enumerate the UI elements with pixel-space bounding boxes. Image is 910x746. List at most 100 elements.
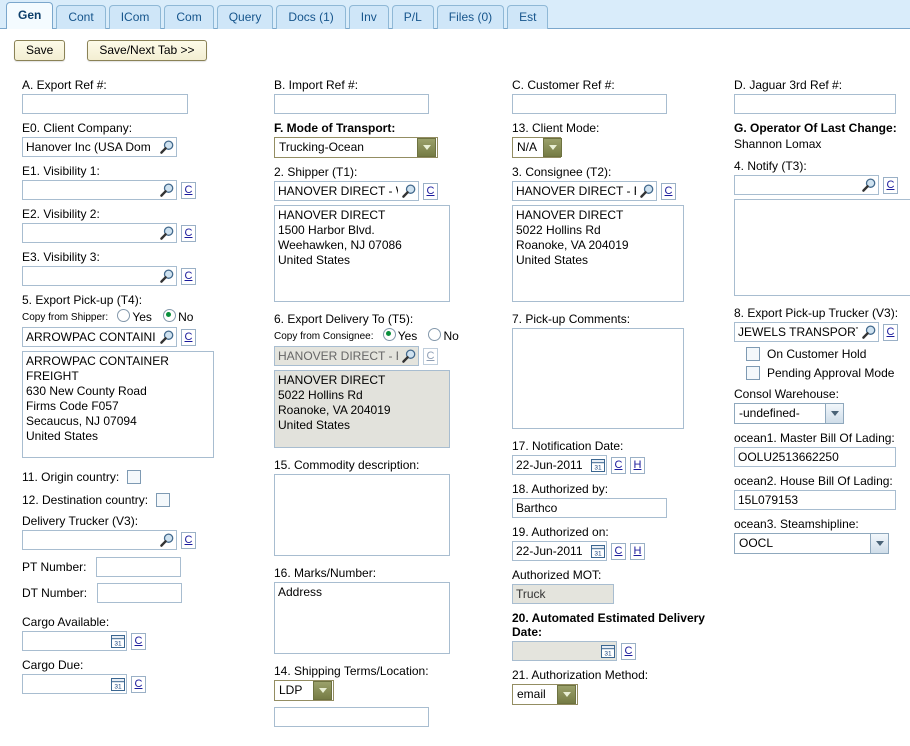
save-next-tab-button[interactable]: Save/Next Tab >> [87,39,207,61]
chevron-down-icon[interactable] [557,685,576,704]
marks-textarea[interactable]: Address [274,582,450,654]
copy-from-consignee-yes-radio[interactable] [382,328,396,341]
visibility3-input[interactable] [22,266,177,286]
notify-c-button[interactable]: C [883,176,898,194]
import-ref-input[interactable] [274,94,429,114]
pending-approval-checkbox[interactable] [746,366,760,380]
hbl-input[interactable] [734,490,896,510]
pickup-address-textarea[interactable]: ARROWPAC CONTAINER FREIGHT 630 New Count… [22,351,214,458]
destination-country-checkbox[interactable] [156,493,171,507]
consol-warehouse-select[interactable]: -undefined- [734,403,844,424]
consignee-c-button[interactable]: C [661,182,676,200]
authorized-on-c-button[interactable]: C [611,542,626,560]
client-mode-label: 13. Client Mode: [512,121,600,135]
cargo-due-c-button[interactable]: C [131,675,146,693]
copy-from-shipper-yes-radio[interactable] [117,309,131,322]
tab-com[interactable]: Com [164,5,214,29]
customer-ref-label: C. Customer Ref #: [512,78,615,92]
tab-gen[interactable]: Gen [6,2,54,29]
visibility1-c-button[interactable]: C [181,181,196,199]
visibility2-c-button[interactable]: C [181,224,196,242]
copy-from-shipper-no-radio[interactable] [163,309,177,322]
customer-ref-input[interactable] [512,94,667,114]
consignee-input[interactable] [512,181,657,201]
shipper-input[interactable] [274,181,419,201]
consignee-address-textarea[interactable]: HANOVER DIRECT 5022 Hollins Rd Roanoke, … [512,205,684,302]
search-icon[interactable] [159,268,175,284]
delivery-trucker-input[interactable] [22,530,177,550]
chevron-down-icon[interactable] [825,404,843,423]
export-ref-input[interactable] [22,94,188,114]
column-2: B. Import Ref #: F. Mode of Transport: T… [252,71,490,727]
export-pickup-trucker-c-button[interactable]: C [883,323,898,341]
search-icon[interactable] [159,182,175,198]
chevron-down-icon[interactable] [543,138,563,157]
calendar-icon[interactable]: 31 [591,544,605,558]
operator-value: Shannon Lomax [734,137,822,151]
tab-docs[interactable]: Docs (1) [276,5,346,29]
visibility3-c-button[interactable]: C [181,267,196,285]
tab-est[interactable]: Est [507,5,549,29]
auth-method-select[interactable]: email [512,684,578,705]
pt-number-input[interactable] [96,557,182,577]
origin-country-row: 11. Origin country: [22,470,252,484]
dt-number-input[interactable] [97,583,183,603]
tab-pl[interactable]: P/L [391,5,434,29]
authorized-on-h-button[interactable]: H [630,542,645,560]
pickup-comments-textarea[interactable] [512,328,684,429]
calendar-icon[interactable]: 31 [111,677,125,691]
notify-input[interactable] [734,175,879,195]
search-icon[interactable] [401,348,417,364]
tab-inv[interactable]: Inv [348,5,389,29]
delivery-address-textarea[interactable]: HANOVER DIRECT 5022 Hollins Rd Roanoke, … [274,370,450,448]
chevron-down-icon[interactable] [870,534,888,553]
jaguar-ref-input[interactable] [734,94,896,114]
commodity-textarea[interactable] [274,474,450,556]
shipper-c-button[interactable]: C [423,182,438,200]
delivery-c-button[interactable]: C [423,347,438,365]
cargo-available-c-button[interactable]: C [131,632,146,650]
on-customer-hold-checkbox[interactable] [746,347,760,361]
calendar-icon[interactable]: 31 [111,634,125,648]
search-icon[interactable] [159,329,175,345]
shipping-location-input[interactable] [274,707,429,727]
tab-cont[interactable]: Cont [56,5,106,29]
notification-date-h-button[interactable]: H [630,456,645,474]
svg-text:31: 31 [594,551,602,558]
mbl-input[interactable] [734,447,896,467]
search-icon[interactable] [861,177,877,193]
calendar-icon[interactable]: 31 [601,644,615,658]
tab-icom[interactable]: ICom [108,5,162,29]
pickup-lookup-input[interactable] [22,327,177,347]
origin-country-checkbox[interactable] [127,470,142,484]
search-icon[interactable] [159,532,175,548]
copy-from-consignee-no-radio[interactable] [428,328,442,341]
delivery-lookup-input[interactable] [274,346,419,366]
search-icon[interactable] [401,183,417,199]
aedd-c-button[interactable]: C [621,642,636,660]
authorized-by-input[interactable] [512,498,667,518]
steamshipline-select[interactable]: OOCL [734,533,889,554]
search-icon[interactable] [159,225,175,241]
notify-address-textarea[interactable] [734,199,910,296]
chevron-down-icon[interactable] [313,681,332,700]
calendar-icon[interactable]: 31 [591,458,605,472]
visibility2-input[interactable] [22,223,177,243]
notification-date-c-button[interactable]: C [611,456,626,474]
pickup-c-button[interactable]: C [181,328,196,346]
search-icon[interactable] [639,183,655,199]
save-button[interactable]: Save [14,39,66,61]
tab-query[interactable]: Query [216,5,274,29]
visibility1-input[interactable] [22,180,177,200]
mode-of-transport-select[interactable]: Trucking-Ocean [274,137,438,158]
shipper-address-textarea[interactable]: HANOVER DIRECT 1500 Harbor Blvd. Weehawk… [274,205,450,302]
shipping-terms-select[interactable]: LDP [274,680,334,701]
tab-files[interactable]: Files (0) [436,5,505,29]
client-mode-select[interactable]: N/A [512,137,563,158]
export-pickup-trucker-input[interactable] [734,322,879,342]
client-company-input[interactable] [22,137,177,157]
chevron-down-icon[interactable] [417,138,436,157]
delivery-trucker-c-button[interactable]: C [181,531,196,549]
search-icon[interactable] [159,139,175,155]
search-icon[interactable] [861,324,877,340]
